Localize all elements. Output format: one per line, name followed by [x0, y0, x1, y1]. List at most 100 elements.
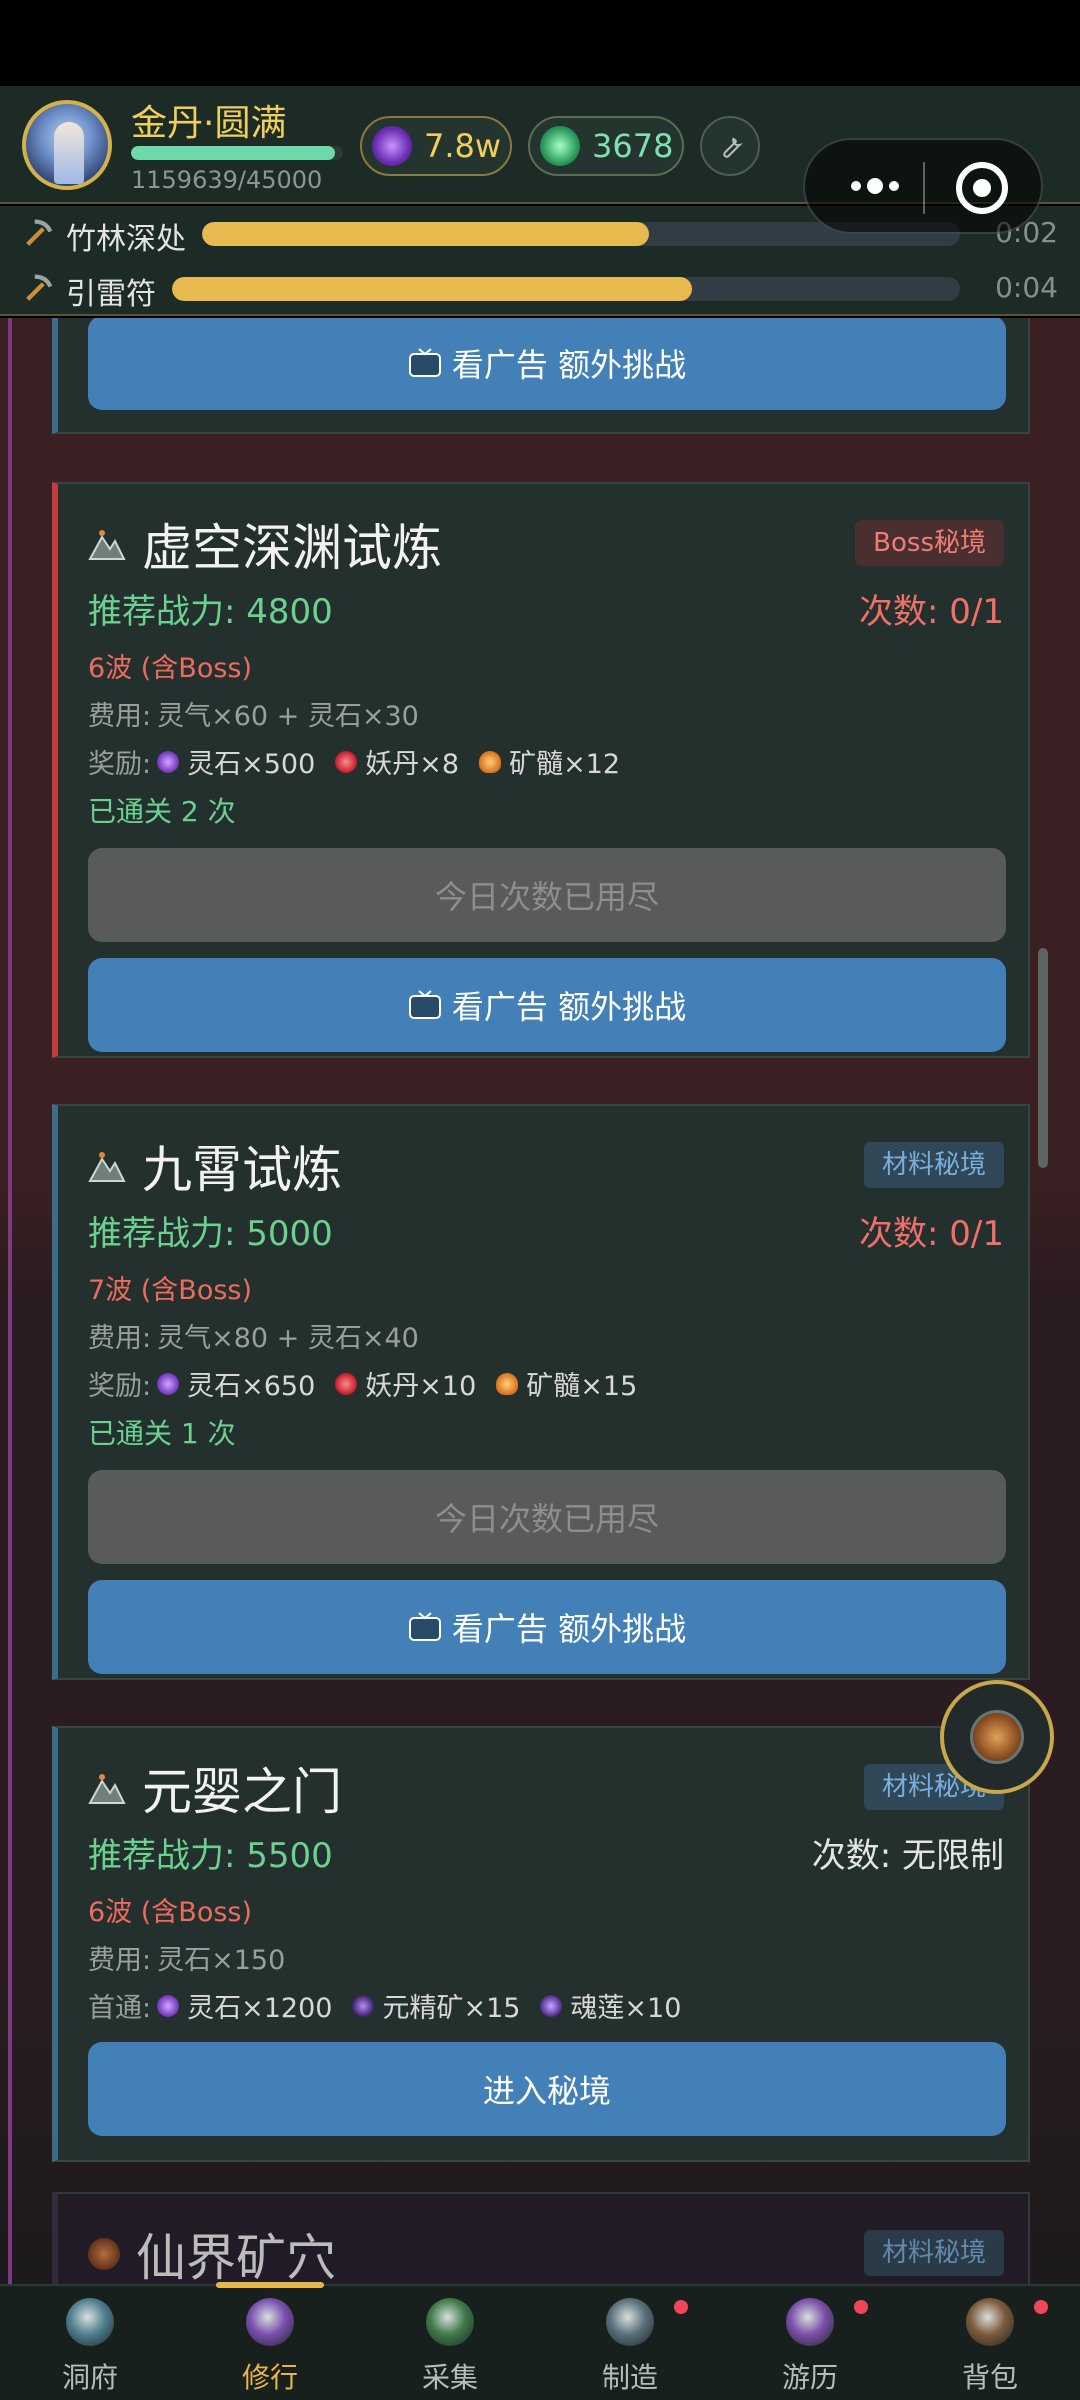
tab-bag[interactable]: 背包	[900, 2286, 1080, 2400]
tab-gather[interactable]: 采集	[360, 2286, 540, 2400]
ore-marrow-icon	[496, 1372, 519, 1395]
more-menu-button[interactable]	[835, 166, 915, 206]
pickaxe-icon	[26, 219, 53, 246]
dungeon-type-tag: Boss秘境	[855, 520, 1004, 566]
reward-spirit-stone: 灵石×650	[157, 1364, 315, 1403]
dungeon-title: 虚空深渊试炼	[88, 508, 442, 580]
task-name: 引雷符	[66, 277, 156, 312]
exp-bar	[131, 146, 343, 160]
recommended-power: 推荐战力: 4800	[88, 592, 333, 632]
reward-line: 奖励: 灵石×500 妖丹×8 矿髓×12	[88, 742, 640, 781]
status-bar	[0, 0, 1080, 86]
dungeon-title: 九霄试炼	[88, 1130, 342, 1202]
task-name: 竹林深处	[66, 222, 186, 257]
reward-soul-lotus: 魂莲×10	[540, 1986, 681, 2025]
dungeon-type-tag: 材料秘境	[863, 2230, 1004, 2276]
pickaxe-icon	[26, 274, 53, 301]
miniprogram-capsule	[803, 138, 1043, 234]
reward-demon-core: 妖丹×8	[335, 742, 459, 781]
treasure-chest-icon	[970, 1710, 1024, 1764]
task-progress-fill	[202, 222, 650, 246]
dungeon-card-mine: 仙界矿穴 材料秘境	[52, 2192, 1030, 2284]
dungeon-card-yuanying: 元婴之门 材料秘境 推荐战力: 5500 次数: 无限制 6波 (含Boss) …	[52, 1726, 1030, 2162]
yuan-ore-icon	[352, 1994, 375, 2017]
jade-value: 3678	[592, 127, 674, 165]
reward-line: 奖励: 灵石×650 妖丹×10 矿髓×15	[88, 1364, 657, 1403]
spirit-stone-counter[interactable]: 7.8w	[360, 116, 512, 176]
dungeon-list[interactable]: 看广告 额外挑战 虚空深渊试炼 Boss秘境 推荐战力: 4800 次数: 0/…	[0, 318, 1080, 2284]
spirit-stone-icon	[157, 1994, 180, 2017]
mine-icon	[88, 2238, 120, 2270]
exp-bar-fill	[131, 146, 335, 160]
close-miniprogram-button[interactable]	[956, 162, 1008, 214]
wrench-button[interactable]	[700, 116, 760, 176]
tv-icon	[408, 348, 441, 377]
mountain-icon	[88, 1774, 126, 1804]
more-dots-icon	[851, 181, 861, 191]
craft-icon	[606, 2298, 654, 2346]
dungeon-card: 看广告 额外挑战	[52, 318, 1030, 434]
demon-core-icon	[335, 750, 358, 773]
task-progress-bar	[172, 277, 960, 301]
tab-cave[interactable]: 洞府	[0, 2286, 180, 2400]
mountain-icon	[88, 1152, 126, 1182]
jade-icon	[540, 126, 580, 166]
attempts-exhausted-button: 今日次数已用尽	[88, 1470, 1006, 1564]
soul-lotus-icon	[540, 1994, 563, 2017]
attempts-exhausted-button: 今日次数已用尽	[88, 848, 1006, 942]
reward-spirit-stone: 灵石×1200	[157, 1986, 332, 2025]
task-time: 0:04	[995, 271, 1058, 304]
dungeon-card-void: 虚空深渊试炼 Boss秘境 推荐战力: 4800 次数: 0/1 6波 (含Bo…	[52, 482, 1030, 1058]
task-row: 引雷符 0:04	[0, 261, 1080, 316]
wrench-icon	[723, 137, 743, 158]
tab-cultivate[interactable]: 修行	[180, 2286, 360, 2400]
wave-info: 7波 (含Boss)	[88, 1275, 253, 1306]
recommended-power: 推荐战力: 5000	[88, 1214, 333, 1254]
watch-ad-button[interactable]: 看广告 额外挑战	[88, 1580, 1006, 1674]
notification-dot	[674, 2300, 688, 2314]
dungeon-card-nine: 九霄试炼 材料秘境 推荐战力: 5000 次数: 0/1 7波 (含Boss) …	[52, 1104, 1030, 1680]
attempts-count: 次数: 0/1	[859, 1214, 1004, 1254]
bottom-tab-bar: 洞府 修行 采集 制造 游历 背包	[0, 2282, 1080, 2400]
clear-count: 已通关 2 次	[88, 795, 236, 828]
dungeon-title: 仙界矿穴	[88, 2218, 336, 2284]
cost-line: 费用: 灵气×60 + 灵石×30	[88, 701, 419, 732]
spirit-stone-icon	[157, 750, 180, 773]
tab-craft[interactable]: 制造	[540, 2286, 720, 2400]
attempts-count: 次数: 0/1	[859, 592, 1004, 632]
spirit-stone-icon	[372, 126, 412, 166]
reward-spirit-stone: 灵石×500	[157, 742, 315, 781]
spirit-stone-value: 7.8w	[424, 127, 502, 165]
wave-info: 6波 (含Boss)	[88, 653, 253, 684]
tv-icon	[408, 1612, 441, 1641]
reward-demon-core: 妖丹×10	[335, 1364, 476, 1403]
tv-icon	[408, 990, 441, 1019]
floating-chest-button[interactable]	[940, 1680, 1054, 1794]
reward-ore-marrow: 矿髓×15	[496, 1364, 637, 1403]
cost-line: 费用: 灵气×80 + 灵石×40	[88, 1323, 419, 1354]
tab-travel[interactable]: 游历	[720, 2286, 900, 2400]
jade-counter[interactable]: 3678	[528, 116, 684, 176]
avatar[interactable]	[22, 100, 112, 190]
watch-ad-button[interactable]: 看广告 额外挑战	[88, 958, 1006, 1052]
gather-icon	[426, 2298, 474, 2346]
cave-icon	[66, 2298, 114, 2346]
cultivate-icon	[246, 2298, 294, 2346]
cost-line: 费用: 灵石×150	[88, 1945, 286, 1976]
travel-icon	[786, 2298, 834, 2346]
realm-title: 金丹·圆满	[131, 103, 287, 144]
dungeon-type-tag: 材料秘境	[863, 1142, 1004, 1188]
exp-text: 1159639/45000	[131, 166, 323, 194]
enter-dungeon-button[interactable]: 进入秘境	[88, 2042, 1006, 2136]
task-progress-fill	[172, 277, 693, 301]
mountain-icon	[88, 530, 126, 560]
attempts-count: 次数: 无限制	[811, 1836, 1004, 1876]
clear-count: 已通关 1 次	[88, 1417, 236, 1450]
notification-dot	[1034, 2300, 1048, 2314]
bag-icon	[966, 2298, 1014, 2346]
dungeon-title: 元婴之门	[88, 1752, 342, 1824]
notification-dot	[854, 2300, 868, 2314]
watch-ad-button[interactable]: 看广告 额外挑战	[88, 318, 1006, 410]
first-clear-reward-line: 首通: 灵石×1200 元精矿×15 魂莲×10	[88, 1986, 701, 2025]
scrollbar[interactable]	[1038, 948, 1048, 1168]
